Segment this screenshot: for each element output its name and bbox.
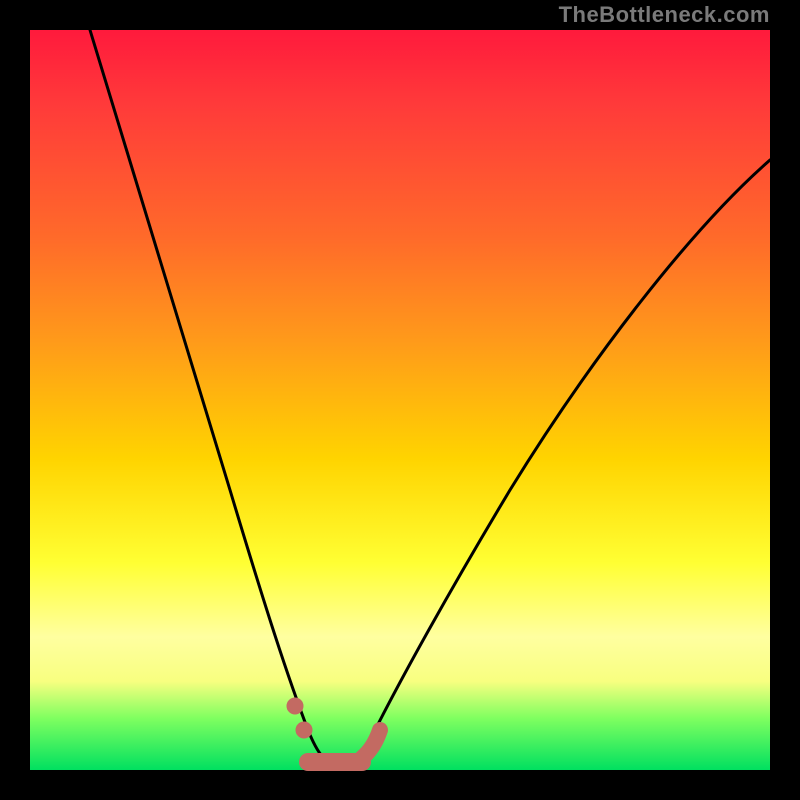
curve-layer bbox=[30, 30, 770, 770]
attribution-label: TheBottleneck.com bbox=[559, 2, 770, 28]
plot-area bbox=[30, 30, 770, 770]
highlight-flat-region bbox=[287, 698, 380, 762]
figure-container: TheBottleneck.com bbox=[0, 0, 800, 800]
bottleneck-curve bbox=[90, 30, 770, 765]
